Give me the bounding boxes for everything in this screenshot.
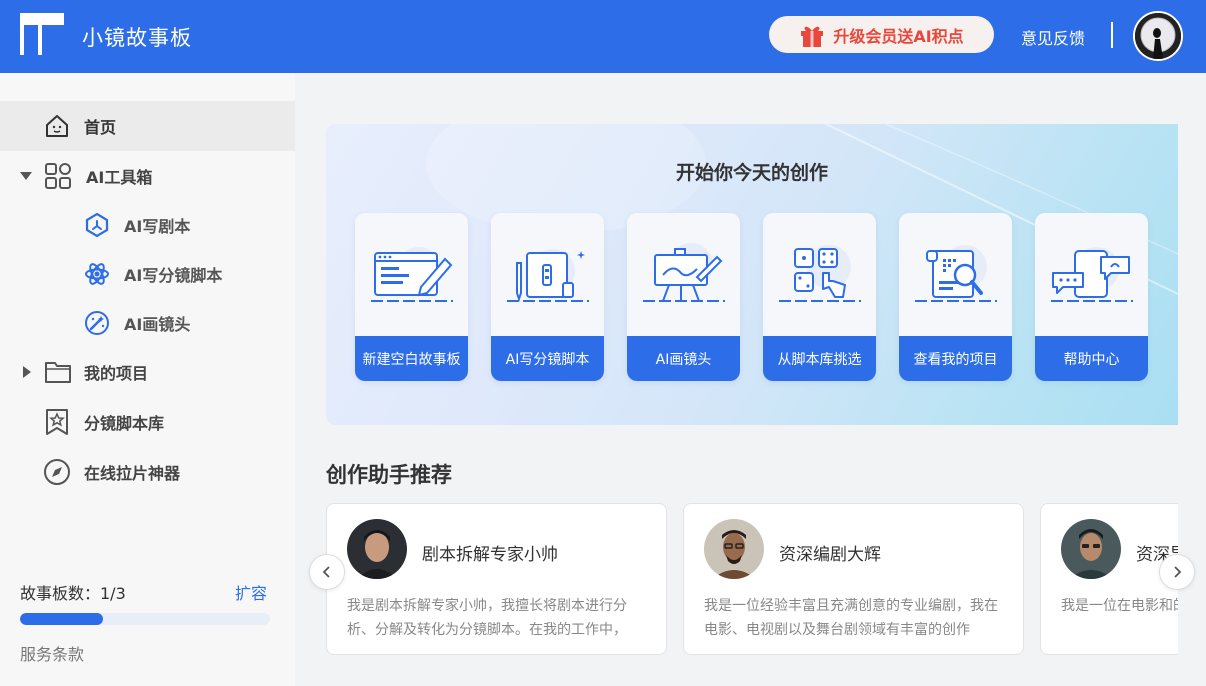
gift-icon <box>801 26 824 47</box>
assistant-name: 剧本拆解专家小帅 <box>422 545 558 565</box>
assistant-portrait-icon <box>1061 519 1121 579</box>
user-avatar[interactable] <box>1133 11 1183 61</box>
compass-icon <box>43 458 71 486</box>
browser-pen-icon <box>370 246 453 302</box>
assistant-description: 我是一位经验丰富且充满创意的专业编剧，我在电影、电视剧以及舞台剧领域有丰富的创作 <box>704 598 998 638</box>
app-title[interactable]: 小镜故事板 <box>82 22 192 52</box>
carousel-prev-button[interactable] <box>309 554 345 590</box>
storyboard-count-label: 故事板数：1/3 <box>20 584 126 603</box>
action-card-label: 从脚本库挑选 <box>763 336 876 381</box>
sidebar-item-label: AI画镜头 <box>124 315 191 334</box>
assistant-avatar <box>347 519 407 579</box>
feedback-link[interactable]: 意见反馈 <box>1021 25 1085 49</box>
help-center-card[interactable]: 帮助中心 <box>1035 213 1148 381</box>
new-blank-storyboard-card[interactable]: 新建空白故事板 <box>355 213 468 381</box>
sidebar-item-label: AI写分镜脚本 <box>124 266 223 285</box>
sidebar-item-my-projects[interactable]: 我的项目 <box>0 347 295 397</box>
sidebar-item-ai-script[interactable]: AI写剧本 <box>0 201 295 249</box>
start-creation-banner: 开始你今天的创作 新建空白故事板 AI写分镜脚本 AI画镜头 从脚本库挑选 查看… <box>326 124 1178 425</box>
chevron-down-icon <box>20 172 32 180</box>
assistant-avatar <box>704 519 764 579</box>
magic-wand-icon <box>83 309 111 337</box>
pick-from-library-card[interactable]: 从脚本库挑选 <box>763 213 876 381</box>
ai-storyboard-script-card[interactable]: AI写分镜脚本 <box>491 213 604 381</box>
home-icon <box>43 112 71 140</box>
bookmark-star-icon <box>43 408 71 436</box>
carousel-next-button[interactable] <box>1159 554 1195 590</box>
chevron-right-icon <box>1174 566 1182 578</box>
sidebar-item-label: 我的项目 <box>84 364 149 383</box>
easel-icon <box>642 242 725 302</box>
sidebar-item-ai-draw-shot[interactable]: AI画镜头 <box>0 299 295 347</box>
sidebar-item-storyboard-library[interactable]: 分镜脚本库 <box>0 397 295 447</box>
ai-draw-shot-card[interactable]: AI画镜头 <box>627 213 740 381</box>
assistant-carousel: 剧本拆解专家小帅 我是剧本拆解专家小帅，我擅长将剧本进行分析、分解及转化为分镜脚… <box>326 503 1178 655</box>
folder-icon <box>44 358 72 386</box>
banner-title: 开始你今天的创作 <box>675 162 828 184</box>
expand-capacity-link[interactable]: 扩容 <box>235 580 267 604</box>
action-card-label: 帮助中心 <box>1035 336 1148 381</box>
sidebar-item-online-film-analysis[interactable]: 在线拉片神器 <box>0 447 295 497</box>
script-icon <box>83 211 111 239</box>
chat-bubbles-icon <box>1050 246 1133 302</box>
assistant-name: 资深编剧大辉 <box>779 545 881 565</box>
top-header: 小镜故事板 升级会员送AI积点 意见反馈 <box>0 0 1206 73</box>
upgrade-membership-button[interactable]: 升级会员送AI积点 <box>769 16 994 53</box>
assistant-card[interactable]: 资深编剧大辉 我是一位经验丰富且充满创意的专业编剧，我在电影、电视剧以及舞台剧领… <box>683 503 1024 655</box>
document-magnifier-icon <box>914 244 997 302</box>
terms-of-service-link[interactable]: 服务条款 <box>20 641 84 665</box>
dice-hand-icon <box>778 244 861 302</box>
apps-icon <box>44 162 72 190</box>
storyboard-progress-fill <box>20 613 104 625</box>
sidebar-item-label: AI工具箱 <box>86 168 153 187</box>
action-card-label: 新建空白故事板 <box>355 336 468 381</box>
assistant-portrait-icon <box>704 519 764 579</box>
sidebar-item-ai-toolbox[interactable]: AI工具箱 <box>0 151 295 201</box>
sidebar-item-label: AI写剧本 <box>124 217 191 236</box>
assistant-description: 我是剧本拆解专家小帅，我擅长将剧本进行分析、分解及转化为分镜脚本。在我的工作中， <box>347 598 627 638</box>
avatar-image-icon <box>1135 13 1181 59</box>
scroll-pencil-icon <box>506 248 589 302</box>
atom-icon <box>83 260 111 288</box>
sidebar: 首页 AI工具箱 AI写剧本 AI写分镜脚本 AI画镜头 我的项目 分镜脚本库 … <box>0 73 295 686</box>
view-my-projects-card[interactable]: 查看我的项目 <box>899 213 1012 381</box>
sidebar-item-label: 首页 <box>84 118 117 137</box>
storyboard-progress-bar <box>20 613 270 625</box>
action-card-label: AI画镜头 <box>627 336 740 381</box>
header-divider <box>1111 22 1113 48</box>
chevron-left-icon <box>322 566 330 578</box>
assistant-description: 我是一位在电影和的专业导演。我有 <box>1061 598 1178 614</box>
action-card-label: 查看我的项目 <box>899 336 1012 381</box>
sidebar-item-ai-storyboard-script[interactable]: AI写分镜脚本 <box>0 250 295 298</box>
upgrade-label: 升级会员送AI积点 <box>833 26 964 46</box>
sidebar-item-label: 在线拉片神器 <box>84 464 181 483</box>
assistant-card[interactable]: 资深导 我是一位在电影和的专业导演。我有 <box>1040 503 1178 655</box>
app-logo-icon[interactable] <box>20 13 64 55</box>
assistant-card[interactable]: 剧本拆解专家小帅 我是剧本拆解专家小帅，我擅长将剧本进行分析、分解及转化为分镜脚… <box>326 503 667 655</box>
assistant-avatar <box>1061 519 1121 579</box>
section-title: 创作助手推荐 <box>326 463 452 487</box>
sidebar-item-home[interactable]: 首页 <box>0 101 295 151</box>
action-card-label: AI写分镜脚本 <box>491 336 604 381</box>
chevron-right-icon <box>23 366 31 378</box>
assistant-portrait-icon <box>347 519 407 579</box>
sidebar-item-label: 分镜脚本库 <box>84 414 165 433</box>
